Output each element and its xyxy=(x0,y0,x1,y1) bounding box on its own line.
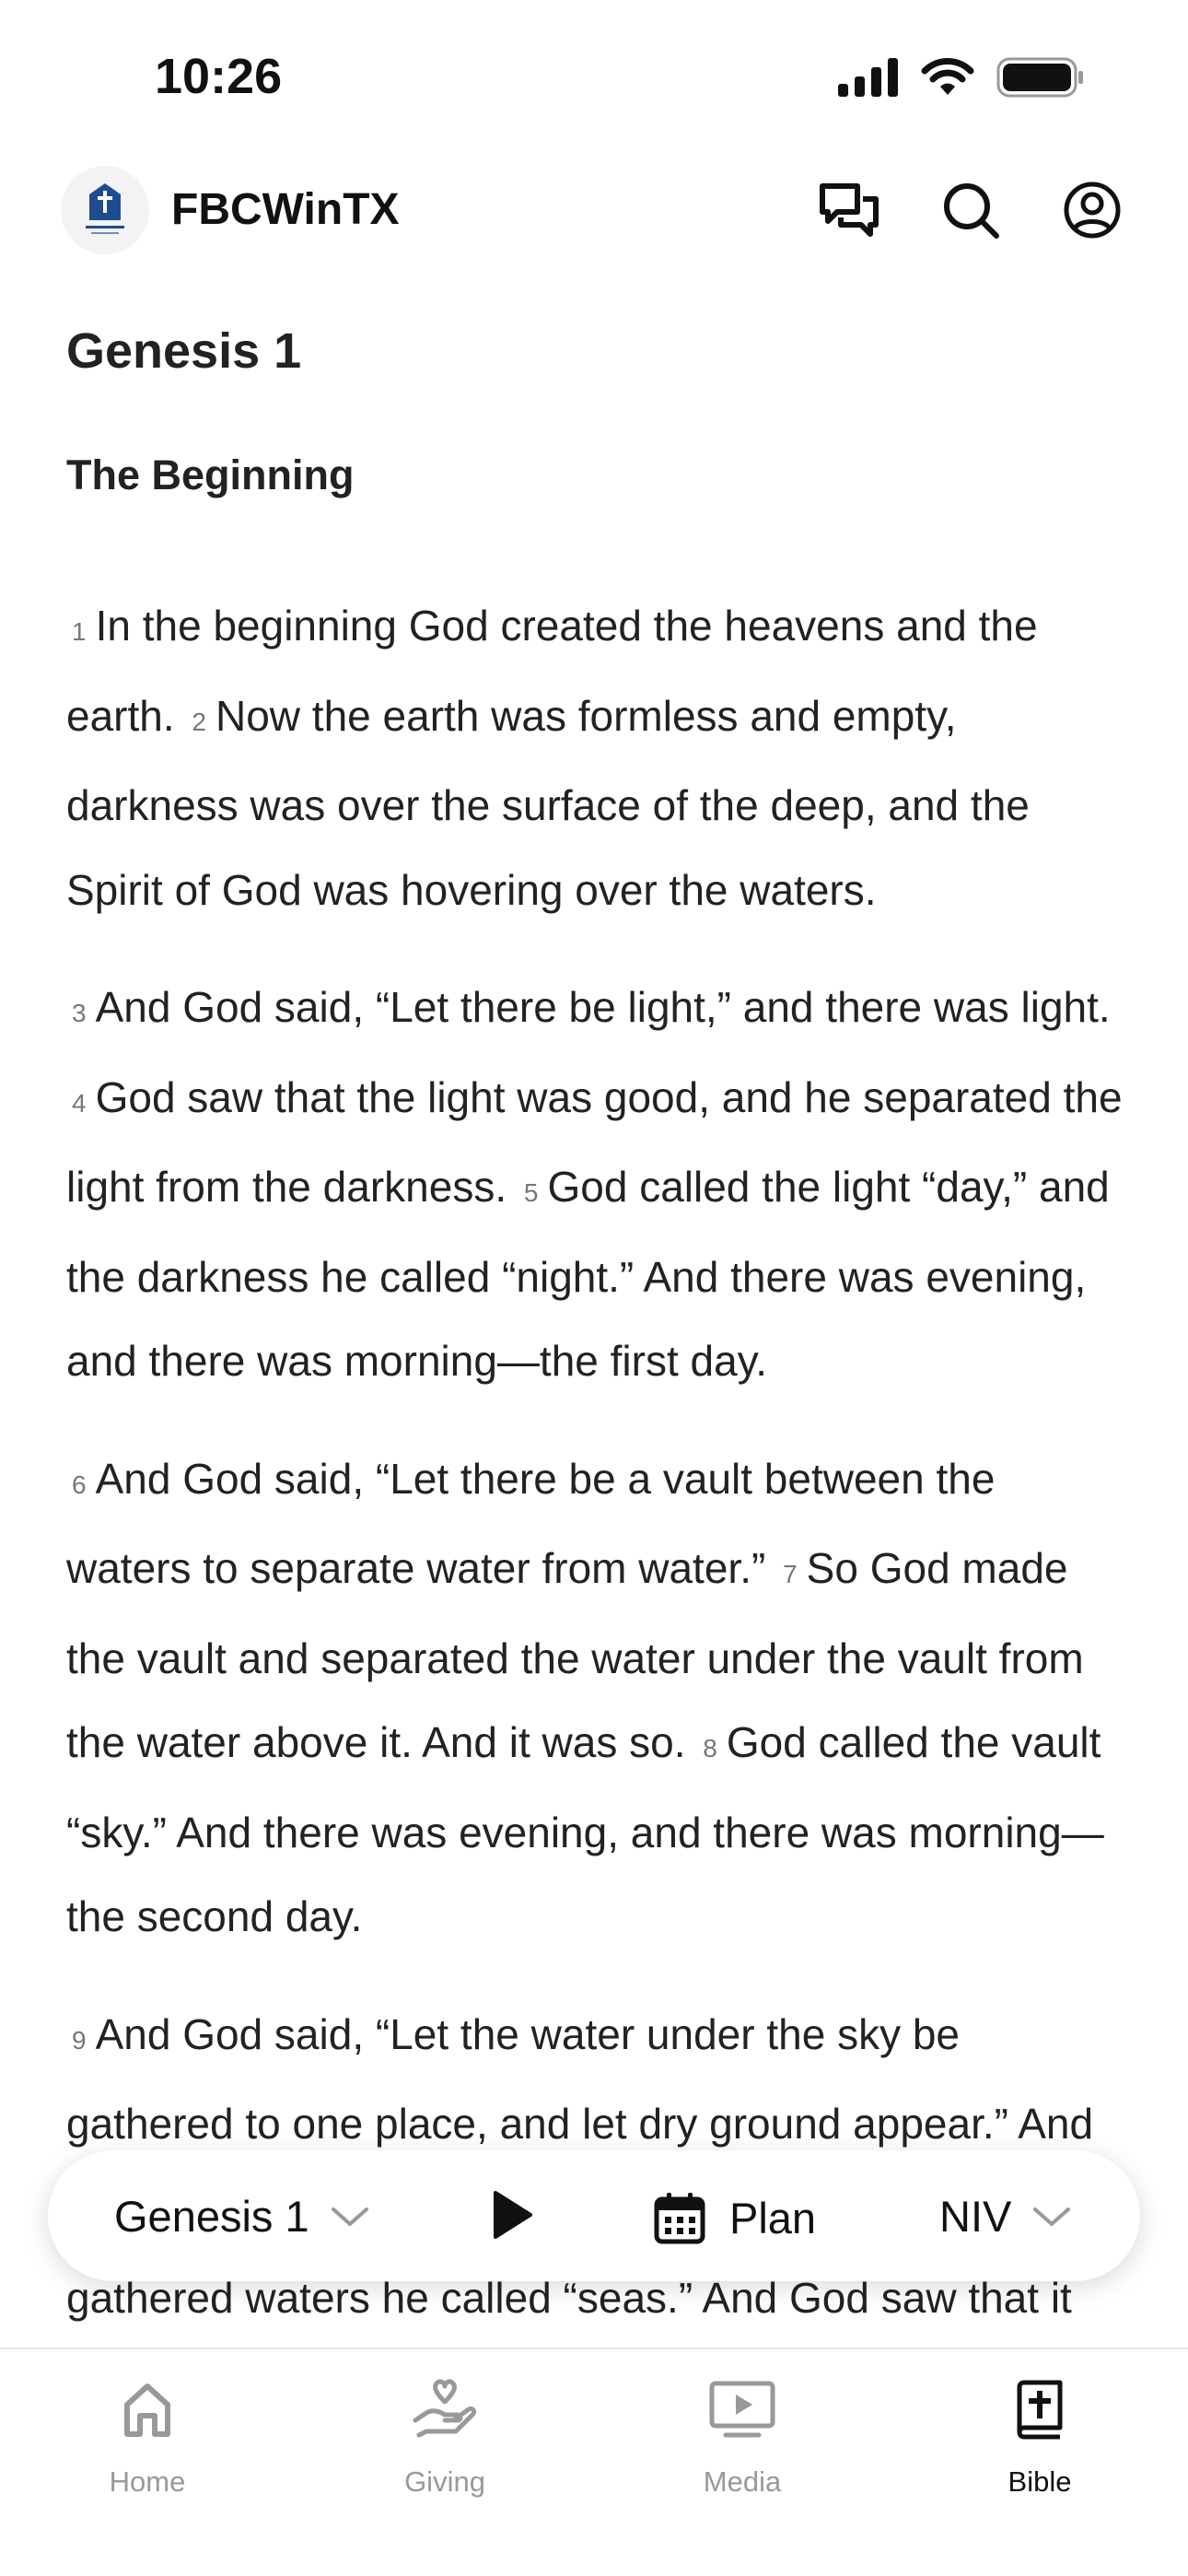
chevron-down-icon xyxy=(331,2207,368,2226)
section-heading: The Beginning xyxy=(66,451,355,498)
chapter-selector-label: Genesis 1 xyxy=(114,2192,309,2241)
profile-button[interactable] xyxy=(1061,179,1124,241)
passage-paragraph: 6 And God said, “Let there be a vault bet… xyxy=(66,1437,1125,1960)
church-logo[interactable] xyxy=(61,166,149,254)
chat-bubbles-icon xyxy=(820,183,879,237)
bible-book-icon xyxy=(1017,2380,1063,2440)
passage-paragraph: 1 In the beginning God created the heaven… xyxy=(66,584,1125,932)
chapter-selector[interactable]: Genesis 1 xyxy=(114,2191,370,2242)
verse-number[interactable]: 5 xyxy=(518,1178,548,1207)
tab-bible[interactable]: Bible xyxy=(938,2373,1141,2499)
reading-plan-label: Plan xyxy=(729,2193,817,2242)
verse-number[interactable]: 4 xyxy=(66,1089,96,1118)
tab-giving[interactable]: Giving xyxy=(344,2373,546,2499)
messages-button[interactable] xyxy=(818,179,880,241)
play-icon xyxy=(494,2191,532,2239)
verse-number[interactable]: 1 xyxy=(66,617,96,646)
home-icon xyxy=(124,2383,170,2437)
church-logo-icon xyxy=(86,183,124,234)
media-play-icon xyxy=(709,2381,775,2438)
cellular-signal-icon xyxy=(838,58,898,97)
app-title: FBCWinTX xyxy=(171,185,400,234)
tab-media[interactable]: Media xyxy=(641,2373,844,2499)
version-selector[interactable]: NIV xyxy=(939,2191,1072,2242)
tab-media-label: Media xyxy=(703,2465,782,2498)
chevron-down-icon xyxy=(1033,2207,1071,2226)
search-icon xyxy=(944,183,999,239)
tab-home[interactable]: Home xyxy=(46,2373,249,2499)
verse-number[interactable]: 3 xyxy=(66,999,96,1027)
app-header: FBCWinTX xyxy=(0,166,1188,258)
user-circle-icon xyxy=(1064,181,1121,239)
bottom-tab-bar: Home Giving Media Bible xyxy=(0,2348,1188,2576)
verse-number[interactable]: 8 xyxy=(697,1734,727,1762)
bible-reader-screen: 10:26 FBCWinTX Genesis 1 The Beginning 1… xyxy=(0,0,1188,2576)
verse-text[interactable]: And God said, “Let there be light,” and … xyxy=(96,983,1111,1031)
bible-passage: Genesis 1 The Beginning 1 In the beginnin… xyxy=(66,322,1125,2458)
tab-home-label: Home xyxy=(109,2465,186,2498)
verse-number[interactable]: 2 xyxy=(186,708,215,736)
giving-hand-heart-icon xyxy=(413,2379,477,2438)
tab-bible-label: Bible xyxy=(1007,2465,1072,2498)
verse-number[interactable]: 6 xyxy=(66,1470,96,1499)
reader-controls-bar: Genesis 1 Plan NIV xyxy=(48,2150,1140,2281)
calendar-icon xyxy=(654,2193,705,2244)
wifi-icon xyxy=(921,58,974,95)
battery-icon xyxy=(996,57,1083,98)
chapter-title: Genesis 1 xyxy=(66,323,302,379)
verse-number[interactable]: 7 xyxy=(777,1560,807,1588)
header-actions xyxy=(818,179,1124,241)
version-selector-label: NIV xyxy=(939,2192,1012,2241)
reading-plan-button[interactable]: Plan xyxy=(654,2191,816,2244)
tab-giving-label: Giving xyxy=(404,2465,485,2498)
verse-number[interactable]: 9 xyxy=(66,2026,96,2055)
status-icons xyxy=(838,57,1085,98)
passage-paragraph: 3 And God said, “Let there be light,” and… xyxy=(66,966,1125,1404)
search-button[interactable] xyxy=(939,179,1002,241)
status-time: 10:26 xyxy=(155,49,283,104)
passage-paragraphs: 1 In the beginning God created the heaven… xyxy=(66,584,1125,2425)
play-audio-button[interactable] xyxy=(488,2189,536,2241)
